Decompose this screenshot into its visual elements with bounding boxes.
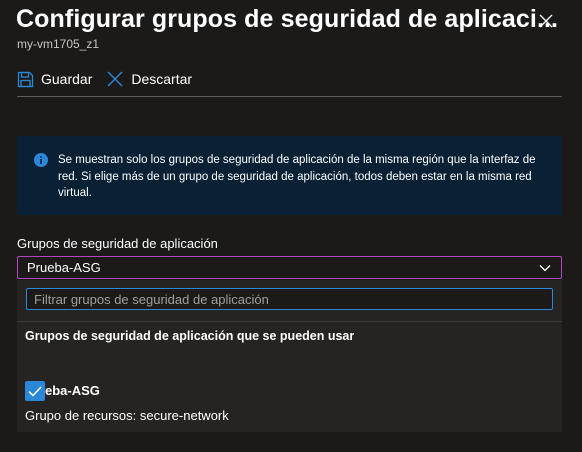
save-button[interactable]: Guardar [17,71,92,88]
close-icon [539,14,553,28]
info-text: Se muestran solo los grupos de seguridad… [58,154,536,199]
discard-button[interactable]: Descartar [106,70,192,88]
toolbar-divider [17,96,562,97]
asg-option[interactable]: eba-ASG Grupo de recursos: secure-networ… [25,381,555,425]
panel-title: Configurar grupos de seguridad de aplica… [16,5,559,33]
configure-asg-panel: Configurar grupos de seguridad de aplica… [0,0,582,452]
save-icon [17,71,34,87]
asg-option-resource-group: Grupo de recursos: secure-network [25,408,229,423]
discard-button-label: Descartar [131,71,193,87]
options-group-header: Grupos de seguridad de aplicación que se… [25,329,355,343]
close-button[interactable] [535,10,557,32]
asg-option-name: eba-ASG [45,383,100,398]
asg-dropdown-menu: Grupos de seguridad de aplicación que se… [17,280,562,432]
info-icon [34,153,48,167]
chevron-down-icon [539,265,551,272]
panel-subtitle: my-vm1705_z1 [17,37,100,51]
save-button-label: Guardar [41,71,93,87]
discard-icon [107,71,123,87]
info-banner: Se muestran solo los grupos de seguridad… [17,136,562,215]
asg-option-checkbox[interactable] [25,381,45,401]
command-bar: Guardar Descartar [17,66,206,92]
asg-selected-value: Prueba-ASG [27,260,101,275]
checkmark-icon [28,386,42,397]
dropdown-divider [17,321,562,322]
asg-field-label: Grupos de seguridad de aplicación [17,236,218,251]
asg-dropdown[interactable]: Prueba-ASG [17,256,562,279]
asg-filter-input[interactable] [26,288,553,310]
